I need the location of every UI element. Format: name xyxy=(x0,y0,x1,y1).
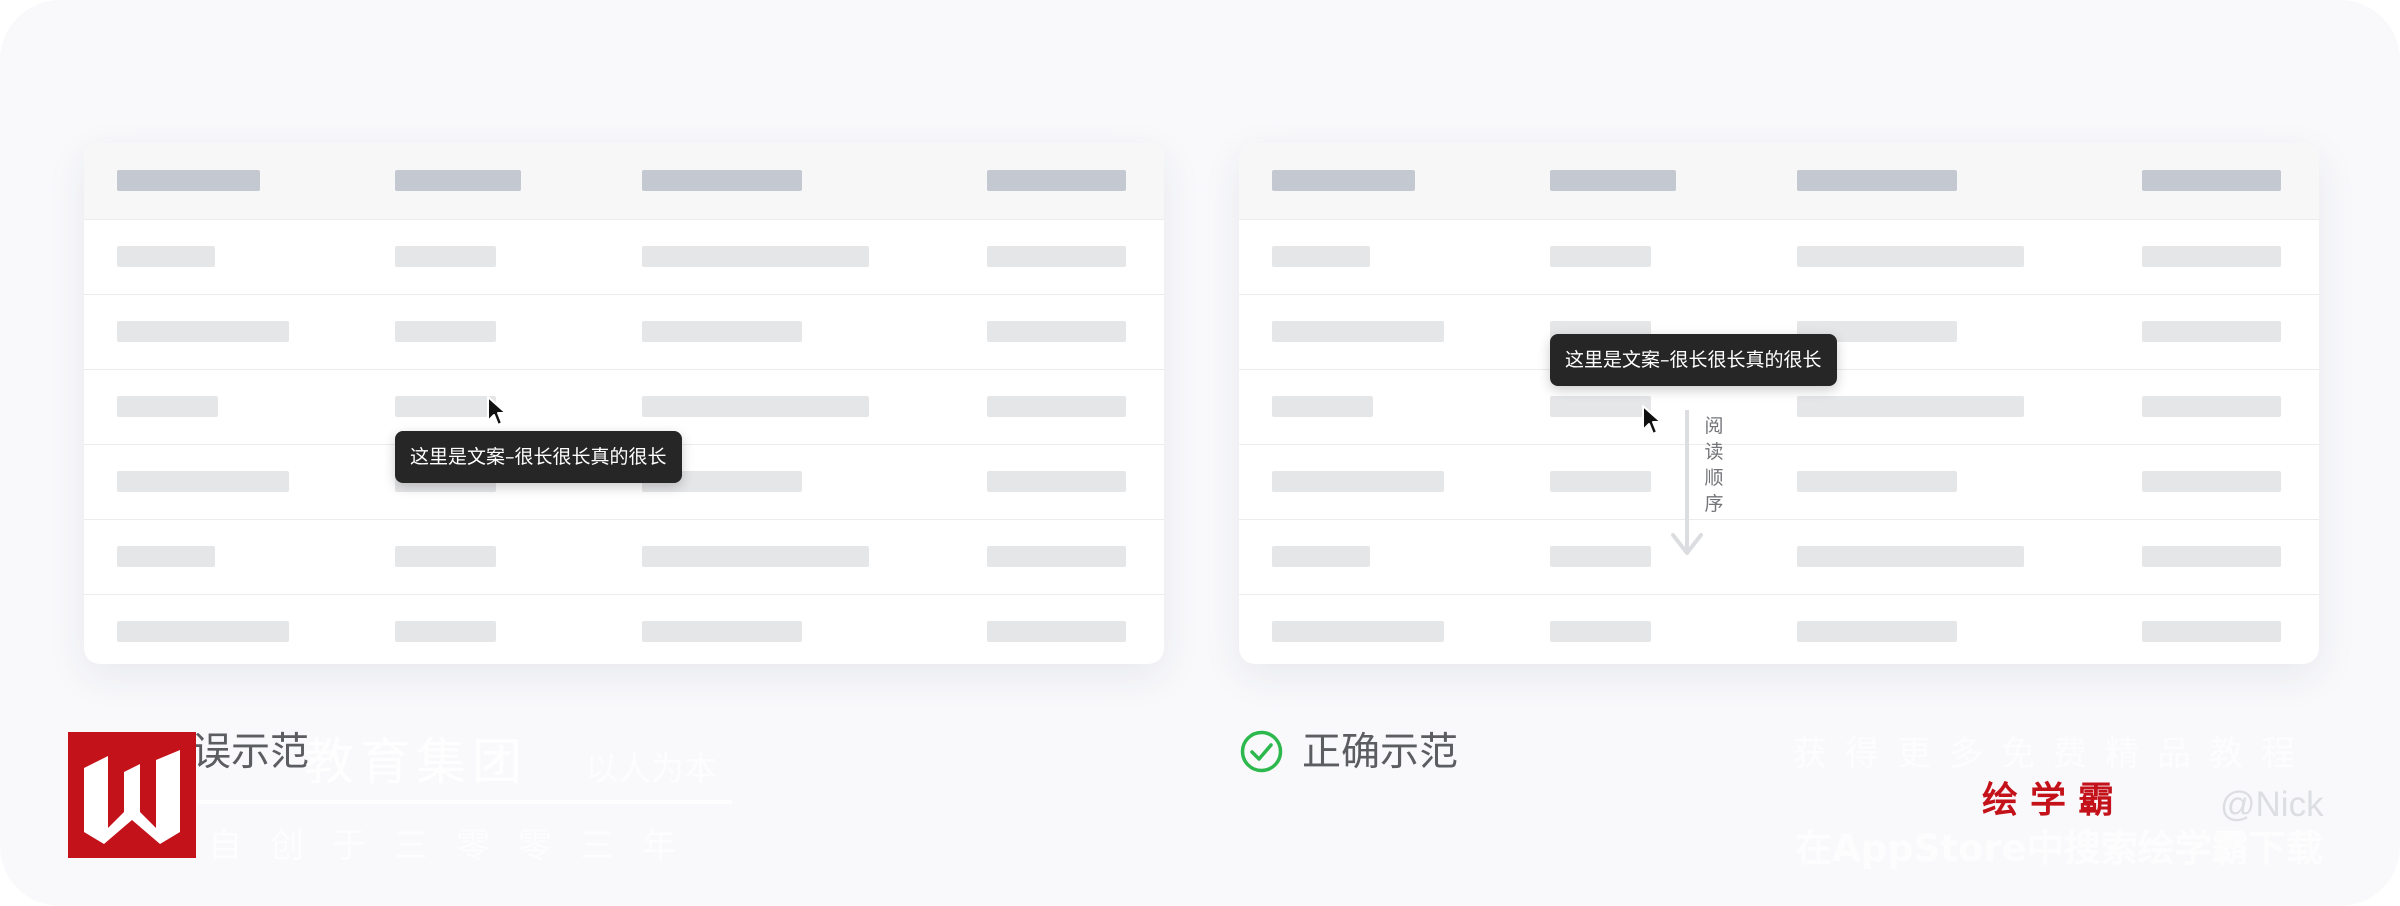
table-row xyxy=(84,519,1164,594)
correct-tooltip: 这里是文案–很长很长真的很长 xyxy=(1550,334,1837,386)
reading-order-label: 阅读顺序 xyxy=(1704,415,1724,515)
cell-placeholder xyxy=(1272,246,1370,267)
cell-placeholder xyxy=(987,546,1126,567)
check-circle-icon xyxy=(1240,730,1283,773)
table-row xyxy=(84,594,1164,664)
cell-placeholder xyxy=(117,396,218,417)
cell-placeholder xyxy=(2142,471,2281,492)
cell-placeholder xyxy=(1797,246,2024,267)
cell-placeholder xyxy=(987,621,1126,642)
cell-placeholder xyxy=(2142,321,2281,342)
cell-placeholder xyxy=(1272,546,1370,567)
wrong-example-label: 误示范 xyxy=(192,730,310,775)
header-placeholder xyxy=(1550,170,1676,191)
cell-placeholder xyxy=(1272,321,1444,342)
header-placeholder xyxy=(642,170,802,191)
brand-logo xyxy=(68,732,196,858)
arrow-down-icon xyxy=(1671,533,1703,555)
cell-placeholder xyxy=(395,621,496,642)
table-row xyxy=(84,219,1164,294)
cell-placeholder xyxy=(1797,396,2024,417)
cell-placeholder xyxy=(987,471,1126,492)
pointer-cursor-icon xyxy=(1642,405,1662,435)
wrong-tooltip: 这里是文案–很长很长真的很长 xyxy=(395,431,682,483)
cell-placeholder xyxy=(1797,546,2024,567)
cell-placeholder xyxy=(1272,471,1444,492)
header-placeholder xyxy=(395,170,521,191)
header-placeholder xyxy=(987,170,1126,191)
cell-placeholder xyxy=(2142,621,2281,642)
cell-placeholder xyxy=(117,621,289,642)
table-row xyxy=(1239,594,2319,664)
cell-placeholder xyxy=(117,546,215,567)
table-header xyxy=(84,143,1164,219)
author-watermark: @Nick xyxy=(2220,785,2324,824)
header-placeholder xyxy=(117,170,260,191)
table-row xyxy=(84,294,1164,369)
cell-placeholder xyxy=(1550,546,1651,567)
cell-placeholder xyxy=(395,396,496,417)
w-logo-icon xyxy=(84,750,180,844)
table-header xyxy=(1239,143,2319,219)
cell-placeholder xyxy=(395,546,496,567)
cell-placeholder xyxy=(1550,246,1651,267)
table-row xyxy=(1239,444,2319,519)
cell-placeholder xyxy=(1550,396,1651,417)
wrong-example-table xyxy=(84,143,1164,664)
watermark-more-text: 获得更多免费精品教程 xyxy=(1793,734,2313,774)
header-placeholder xyxy=(1797,170,1957,191)
cell-placeholder xyxy=(1797,621,1957,642)
cell-placeholder xyxy=(2142,396,2281,417)
pointer-cursor-icon xyxy=(487,396,507,426)
watermark-divider xyxy=(197,800,732,804)
table-row xyxy=(1239,219,2319,294)
cell-placeholder xyxy=(1550,621,1651,642)
cell-placeholder xyxy=(117,321,289,342)
correct-example-table xyxy=(1239,143,2319,664)
cell-placeholder xyxy=(642,546,869,567)
cell-placeholder xyxy=(1272,621,1444,642)
watermark-app-text: 在AppStore中搜索绘学霸下载 xyxy=(1795,827,2323,870)
table-row xyxy=(1239,519,2319,594)
cell-placeholder xyxy=(987,321,1126,342)
correct-example-label: 正确示范 xyxy=(1302,730,1459,775)
canvas: 这里是文案–很长很长真的很长 这里是文案–很长很长真的很长 阅读顺序 误示范 正… xyxy=(0,0,2400,906)
cell-placeholder xyxy=(1797,471,1957,492)
cell-placeholder xyxy=(987,396,1126,417)
cell-placeholder xyxy=(987,246,1126,267)
header-placeholder xyxy=(2142,170,2281,191)
cell-placeholder xyxy=(117,246,215,267)
cell-placeholder xyxy=(642,621,802,642)
watermark-since-text: 自创于三零零三年 xyxy=(208,826,704,866)
cell-placeholder xyxy=(2142,246,2281,267)
watermark-people-text: 以人为本 xyxy=(585,749,717,788)
cell-placeholder xyxy=(642,246,869,267)
cell-placeholder xyxy=(117,471,289,492)
cell-placeholder xyxy=(2142,546,2281,567)
brand-name: 绘学霸 xyxy=(1982,780,2127,821)
cell-placeholder xyxy=(395,246,496,267)
cell-placeholder xyxy=(1550,471,1651,492)
cell-placeholder xyxy=(642,396,869,417)
cell-placeholder xyxy=(395,321,496,342)
cell-placeholder xyxy=(1272,396,1373,417)
watermark-group-text: 教育集团 xyxy=(304,733,528,791)
cell-placeholder xyxy=(642,321,802,342)
header-placeholder xyxy=(1272,170,1415,191)
